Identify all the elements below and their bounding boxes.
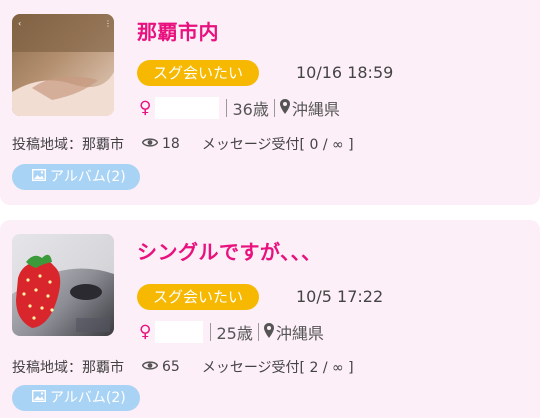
post-card[interactable]: シングルですが、、、 スグ会いたい 10/5 17:22 ♀ 25歳 沖縄県 投… (0, 220, 540, 418)
divider (257, 323, 259, 341)
views: 18 (141, 136, 180, 152)
divider (210, 323, 212, 341)
divider (226, 99, 228, 117)
album-button[interactable]: アルバム(2) (12, 164, 140, 190)
svg-text:‹: ‹ (18, 19, 21, 28)
post-info: 投稿地域：那覇市 18 メッセージ受付[ 0 / ∞ ] (12, 134, 354, 154)
eye-icon (141, 136, 159, 152)
age-text: 25歳 (216, 324, 253, 343)
views: 65 (141, 359, 180, 375)
views-count: 65 (162, 359, 180, 375)
female-icon: ♀ (139, 322, 152, 342)
post-thumbnail[interactable]: ⋮ ‹ (12, 14, 114, 116)
post-time: 10/5 17:22 (296, 287, 384, 306)
message-status: メッセージ受付[ 2 / ∞ ] (201, 360, 354, 376)
message-status: メッセージ受付[ 0 / ∞ ] (201, 137, 354, 153)
album-label: アルバム(2) (50, 390, 126, 406)
tag-badge: スグ会いたい (137, 60, 260, 86)
age-text: 36歳 (232, 100, 269, 119)
tag-badge: スグ会いたい (137, 284, 260, 310)
location-pin-icon (263, 322, 274, 342)
post-card[interactable]: ⋮ ‹ 那覇市内 スグ会いたい 10/16 18:59 ♀ 36歳 沖縄県 投稿… (0, 0, 540, 205)
album-label: アルバム(2) (50, 169, 126, 185)
location-text: 沖縄県 (275, 324, 324, 343)
post-thumbnail[interactable] (12, 234, 114, 336)
divider (273, 99, 275, 117)
area-text: 投稿地域：那覇市 (12, 360, 124, 376)
thumbnail-image (12, 234, 114, 336)
thumbnail-image: ⋮ ‹ (12, 14, 114, 116)
post-title[interactable]: 那覇市内 (137, 16, 219, 45)
image-icon (31, 164, 47, 190)
views-count: 18 (162, 136, 180, 152)
post-time: 10/16 18:59 (296, 63, 394, 82)
location-pin-icon (279, 98, 290, 118)
female-icon: ♀ (139, 98, 152, 118)
username-redacted (155, 321, 204, 343)
post-info: 投稿地域：那覇市 65 メッセージ受付[ 2 / ∞ ] (12, 357, 354, 377)
svg-text:⋮: ⋮ (104, 19, 112, 28)
username-redacted (155, 97, 220, 119)
image-icon (31, 385, 47, 411)
post-title[interactable]: シングルですが、、、 (137, 236, 322, 265)
profile-meta: ♀ 36歳 沖縄県 (139, 96, 340, 120)
album-button[interactable]: アルバム(2) (12, 385, 140, 411)
eye-icon (141, 359, 159, 375)
area-text: 投稿地域：那覇市 (12, 137, 124, 153)
profile-meta: ♀ 25歳 沖縄県 (139, 320, 324, 344)
location-text: 沖縄県 (291, 100, 340, 119)
